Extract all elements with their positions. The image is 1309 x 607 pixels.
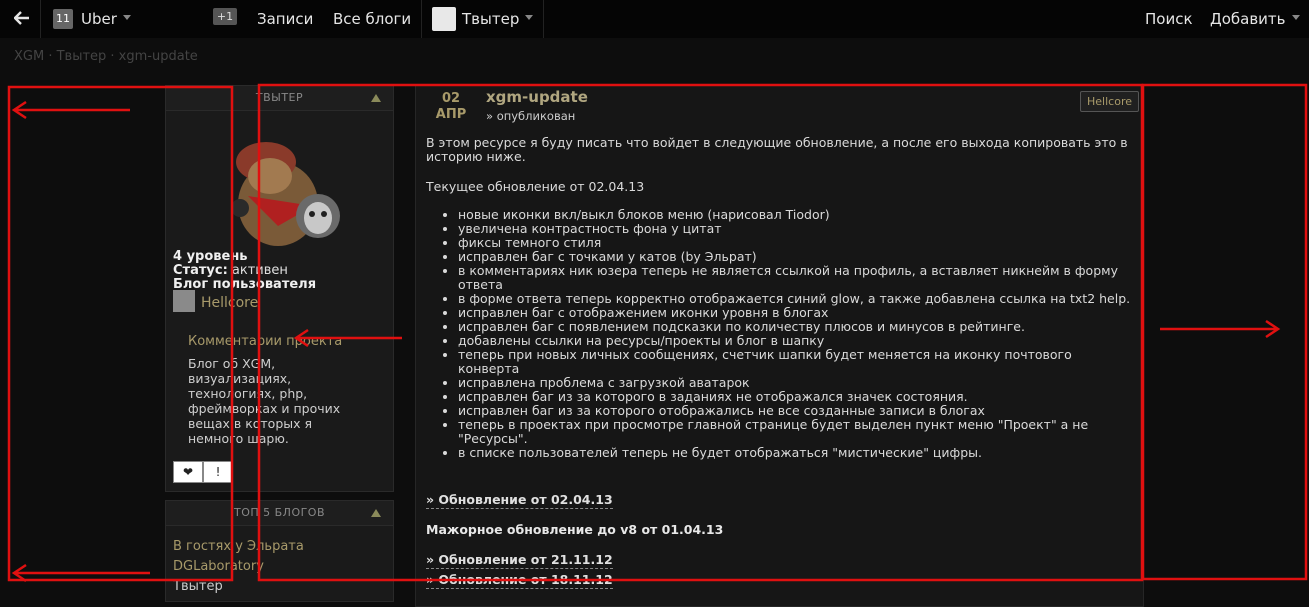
list-item: фиксы темного стиля bbox=[458, 236, 1131, 250]
nav-all-blogs[interactable]: Все блоги bbox=[333, 0, 411, 38]
user-level-badge: 11 bbox=[53, 8, 73, 29]
update-toggle-link[interactable]: » Обновление от 18.11.12 bbox=[426, 572, 613, 589]
annotation-box bbox=[1141, 83, 1308, 581]
list-item: добавлены ссылки на ресурсы/проекты и бл… bbox=[458, 334, 1131, 348]
panel-header: ТОП 5 БЛОГОВ bbox=[166, 501, 393, 526]
nav-search[interactable]: Поиск bbox=[1145, 0, 1193, 38]
list-item: увеличена контрастность фона у цитат bbox=[458, 222, 1131, 236]
arrow-left-icon bbox=[13, 10, 29, 25]
blog-avatar bbox=[432, 6, 456, 31]
post-intro: В этом ресурсе я буду писать что войдет … bbox=[426, 135, 1128, 164]
chevron-down-icon bbox=[525, 15, 534, 20]
nav-posts[interactable]: Записи bbox=[257, 0, 313, 38]
divider bbox=[421, 0, 422, 38]
chevron-down-icon bbox=[1291, 15, 1300, 20]
annotation-arrow bbox=[11, 100, 130, 120]
collapse-toggle-icon[interactable] bbox=[371, 94, 381, 102]
current-update-heading: Текущее обновление от 02.04.13 bbox=[426, 179, 645, 194]
panel-title: ТОП 5 БЛОГОВ bbox=[233, 506, 326, 519]
list-item: исправлен баг из за которого в заданиях … bbox=[458, 390, 1131, 404]
notification-badge[interactable]: +1 bbox=[213, 8, 237, 25]
post-date: 02 АПР bbox=[416, 86, 486, 124]
user-level: 4 уровень bbox=[173, 249, 248, 264]
list-item: теперь при новых личных сообщениях, счет… bbox=[458, 348, 1131, 376]
list-item: теперь в проектах при просмотре главной … bbox=[458, 418, 1131, 446]
panel-header: ТВЫТЕР bbox=[166, 86, 393, 111]
blog-info-panel: ТВЫТЕР 4 уровень Статус: активен Блог по… bbox=[165, 85, 394, 492]
annotation-arrow bbox=[1160, 319, 1281, 339]
post-month: АПР bbox=[435, 107, 467, 122]
top-blog-link[interactable]: Твытер bbox=[173, 579, 223, 594]
add-label: Добавить bbox=[1210, 10, 1286, 28]
top-blog-link[interactable]: В гостях у Эльрата bbox=[173, 539, 304, 554]
panel-title: ТВЫТЕР bbox=[255, 91, 304, 104]
blog-owner-link[interactable]: Hellcore bbox=[173, 290, 259, 314]
like-button[interactable]: ❤ bbox=[173, 461, 203, 483]
major-update-heading: Мажорное обновление до v8 от 01.04.13 bbox=[426, 522, 724, 537]
changelog-list: новые иконки вкл/выкл блоков меню (нарис… bbox=[426, 208, 1131, 460]
top-blogs-panel: ТОП 5 БЛОГОВ В гостях у Эльрата DGLabora… bbox=[165, 500, 394, 602]
list-item: исправлена проблема с загрузкой аватарок bbox=[458, 376, 1131, 390]
list-item: в форме ответа теперь корректно отобража… bbox=[458, 292, 1131, 306]
report-button[interactable]: ! bbox=[203, 461, 233, 483]
divider bbox=[40, 0, 41, 38]
back-button[interactable] bbox=[13, 0, 30, 38]
collapse-toggle-icon[interactable] bbox=[371, 509, 381, 517]
post-title[interactable]: xgm-update bbox=[486, 88, 588, 106]
blog-description: Блог об XGM, визуализациях, технологиях,… bbox=[188, 356, 341, 446]
list-item: исправлен баг из за которого отображалис… bbox=[458, 404, 1131, 418]
top-blog-link[interactable]: DGLaboratory bbox=[173, 559, 264, 574]
post-day: 02 bbox=[441, 91, 461, 106]
list-item: новые иконки вкл/выкл блоков меню (нарис… bbox=[458, 208, 1131, 222]
divider bbox=[543, 0, 544, 38]
post-status: » опубликован bbox=[486, 109, 576, 123]
blog-avatar-image bbox=[231, 142, 340, 246]
sidebar: ТВЫТЕР 4 уровень Статус: активен Блог по… bbox=[165, 85, 394, 602]
post-card: 02 АПР xgm-update » опубликован Hellcore… bbox=[415, 85, 1144, 607]
list-item: исправлен баг с точками у катов (by Эльр… bbox=[458, 250, 1131, 264]
top-navbar: 11 Uber +1 Записи Все блоги Твытер Поиск … bbox=[0, 0, 1309, 38]
blog-comments-link[interactable]: Комментарии проекта bbox=[188, 334, 342, 349]
list-item: исправлен баг с отображением иконки уров… bbox=[458, 306, 1131, 320]
owner-name: Hellcore bbox=[201, 295, 259, 311]
status-value: активен bbox=[231, 263, 288, 278]
chevron-down-icon bbox=[122, 15, 131, 20]
author-button[interactable]: Hellcore bbox=[1080, 91, 1139, 112]
breadcrumb[interactable]: XGM · Твытер · xgm-update bbox=[14, 49, 198, 64]
status-label: Статус: bbox=[173, 263, 228, 278]
owner-avatar bbox=[173, 290, 195, 312]
list-item: в списке пользователей теперь не будет о… bbox=[458, 446, 1131, 460]
user-name: Uber bbox=[81, 10, 117, 28]
blog-menu[interactable]: Твытер bbox=[432, 0, 534, 38]
update-toggle-link[interactable]: » Обновление от 02.04.13 bbox=[426, 492, 613, 509]
list-item: исправлен баг с появлением подсказки по … bbox=[458, 320, 1131, 334]
post-body: В этом ресурсе я буду писать что войдет … bbox=[426, 136, 1131, 460]
update-toggle-link[interactable]: » Обновление от 21.11.12 bbox=[426, 552, 613, 569]
blog-name: Твытер bbox=[462, 10, 520, 28]
user-menu[interactable]: 11 Uber bbox=[53, 0, 131, 38]
add-menu[interactable]: Добавить bbox=[1210, 0, 1300, 38]
list-item: в комментариях ник юзера теперь не являе… bbox=[458, 264, 1131, 292]
annotation-arrow bbox=[11, 563, 150, 583]
